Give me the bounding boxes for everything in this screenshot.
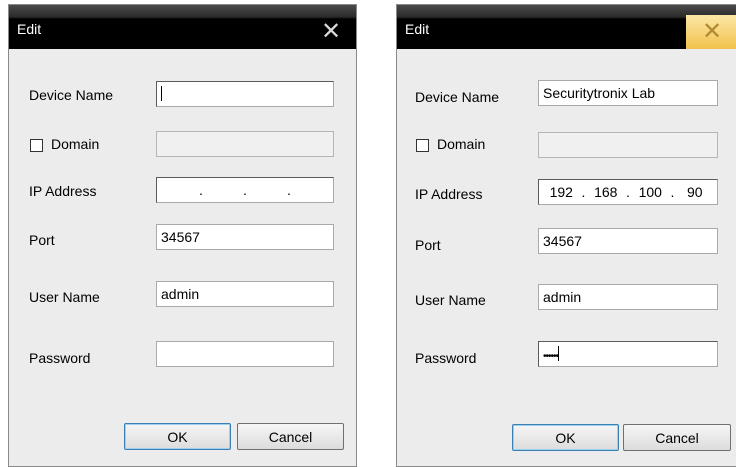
ok-button[interactable]: OK: [124, 423, 231, 450]
ip-octet-1[interactable]: 192: [543, 183, 580, 201]
user-name-input[interactable]: admin: [156, 281, 334, 307]
domain-input[interactable]: [538, 132, 718, 158]
dialog-title: Edit: [405, 21, 430, 37]
ok-button[interactable]: OK: [512, 424, 619, 451]
device-name-input[interactable]: Securitytronix Lab: [538, 80, 718, 106]
ip-dot: .: [243, 182, 247, 198]
dialog-title: Edit: [17, 21, 42, 37]
password-input[interactable]: [156, 341, 334, 367]
ip-octet-2[interactable]: 168: [588, 183, 625, 201]
user-name-input[interactable]: admin: [538, 284, 718, 310]
cancel-button[interactable]: Cancel: [237, 423, 344, 450]
ip-dot: .: [670, 184, 675, 200]
ip-dot: .: [287, 182, 291, 198]
password-label: Password: [415, 350, 477, 366]
text-cursor: [161, 86, 162, 101]
domain-label: Domain: [51, 136, 100, 152]
password-mask: ••••••: [543, 351, 559, 362]
domain-checkbox[interactable]: [416, 139, 429, 152]
port-label: Port: [29, 232, 55, 248]
ip-address-label: IP Address: [415, 186, 483, 202]
title-bar: Edit ✕: [9, 5, 356, 49]
ip-octet-3[interactable]: 100: [632, 183, 669, 201]
user-name-label: User Name: [415, 292, 486, 308]
device-name-input[interactable]: [156, 81, 334, 107]
ip-address-label: IP Address: [29, 183, 97, 199]
edit-dialog-empty: Edit ✕ Device Name Domain IP Address . .…: [8, 4, 357, 467]
domain-checkbox[interactable]: [30, 139, 43, 152]
ip-address-input[interactable]: . . .: [156, 177, 334, 203]
port-label: Port: [415, 237, 441, 253]
cancel-button[interactable]: Cancel: [623, 424, 731, 451]
ip-address-input[interactable]: 192. 168. 100. 90: [538, 179, 718, 205]
edit-dialog-filled: Edit ✕ Device Name Securitytronix Lab Do…: [396, 4, 736, 467]
ip-dot: .: [626, 184, 630, 200]
device-name-label: Device Name: [29, 87, 114, 103]
ip-dot: .: [199, 182, 203, 198]
text-cursor: [558, 346, 560, 361]
close-icon[interactable]: ✕: [686, 15, 736, 49]
domain-input[interactable]: [156, 131, 334, 157]
device-name-label: Device Name: [415, 89, 500, 105]
user-name-label: User Name: [29, 289, 100, 305]
password-label: Password: [29, 350, 91, 366]
domain-label: Domain: [437, 136, 486, 152]
ip-octet-4[interactable]: 90: [677, 183, 714, 201]
port-input[interactable]: 34567: [156, 224, 334, 250]
ip-dot: .: [581, 184, 586, 200]
password-input[interactable]: ••••••: [538, 341, 718, 367]
close-icon[interactable]: ✕: [310, 15, 352, 49]
title-bar: Edit ✕: [397, 5, 736, 49]
port-input[interactable]: 34567: [538, 228, 718, 254]
